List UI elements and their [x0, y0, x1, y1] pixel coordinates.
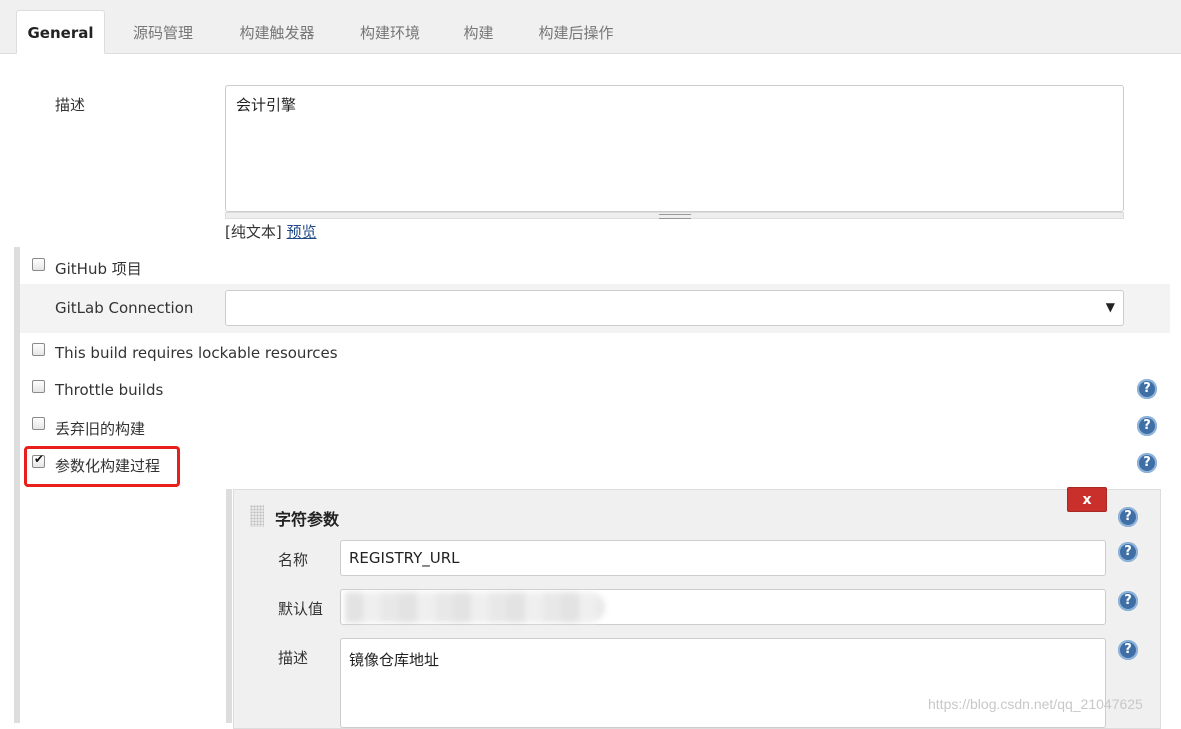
- string-parameter-title: 字符参数: [275, 510, 340, 529]
- delete-parameter-button[interactable]: x: [1067, 487, 1107, 512]
- param-description-textarea[interactable]: 镜像仓库地址: [340, 638, 1106, 728]
- tab-build-triggers[interactable]: 构建触发器: [222, 11, 332, 55]
- description-textarea[interactable]: 会计引擎: [225, 85, 1124, 212]
- github-project-label: GitHub 项目: [55, 260, 142, 278]
- plain-text-label: [纯文本]: [225, 223, 282, 241]
- watermark: https://blog.csdn.net/qq_21047625: [928, 696, 1143, 712]
- throttle-builds-label: Throttle builds: [55, 381, 164, 399]
- tab-general[interactable]: General: [16, 10, 105, 54]
- tab-build[interactable]: 构建: [450, 11, 507, 55]
- discard-old-builds-checkbox[interactable]: [32, 417, 45, 430]
- help-icon[interactable]: ?: [1118, 591, 1138, 611]
- help-icon[interactable]: ?: [1137, 416, 1157, 436]
- param-name-label: 名称: [278, 551, 309, 569]
- discard-old-builds-label: 丢弃旧的构建: [55, 420, 146, 438]
- param-indent-bar: [226, 489, 232, 723]
- param-name-input[interactable]: REGISTRY_URL: [340, 540, 1106, 576]
- help-icon[interactable]: ?: [1137, 379, 1157, 399]
- dropdown-arrow-icon: ▼: [1105, 300, 1115, 314]
- textarea-resize-grip[interactable]: [225, 212, 1124, 219]
- description-label: 描述: [55, 96, 86, 114]
- tab-source-control[interactable]: 源码管理: [116, 11, 210, 55]
- github-project-checkbox[interactable]: [32, 258, 45, 271]
- highlight-box: [24, 446, 180, 487]
- drag-handle-icon[interactable]: [250, 505, 264, 527]
- help-icon[interactable]: ?: [1118, 640, 1138, 660]
- param-description-label: 描述: [278, 649, 309, 667]
- description-hint: [纯文本] 预览: [225, 221, 317, 242]
- tab-build-environment[interactable]: 构建环境: [345, 11, 435, 55]
- help-icon[interactable]: ?: [1118, 542, 1138, 562]
- lockable-resources-checkbox[interactable]: [32, 343, 45, 356]
- lockable-resources-label: This build requires lockable resources: [55, 344, 338, 362]
- help-icon[interactable]: ?: [1118, 507, 1138, 527]
- help-icon[interactable]: ?: [1137, 453, 1157, 473]
- tab-post-build-actions[interactable]: 构建后操作: [522, 11, 630, 55]
- tab-bar: General 源码管理 构建触发器 构建环境 构建 构建后操作: [0, 0, 1181, 54]
- gitlab-connection-select[interactable]: ▼: [225, 290, 1124, 326]
- gitlab-connection-label: GitLab Connection: [55, 299, 194, 317]
- preview-link[interactable]: 预览: [287, 223, 317, 241]
- redacted-value: [345, 592, 605, 623]
- throttle-builds-checkbox[interactable]: [32, 380, 45, 393]
- param-default-label: 默认值: [278, 600, 324, 618]
